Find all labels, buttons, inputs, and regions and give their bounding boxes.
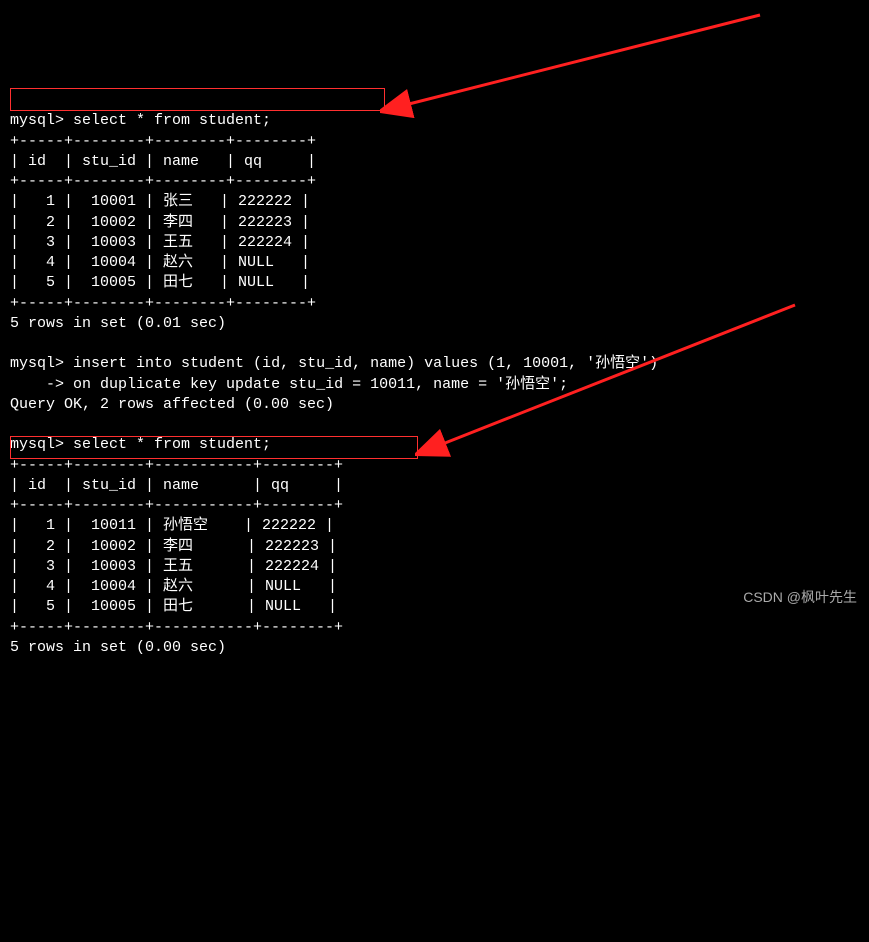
table-row: | 2 | 10002 | 李四 | 222223 | — [10, 538, 337, 555]
prompt: mysql> — [10, 436, 64, 453]
sql-query: insert into student (id, stu_id, name) v… — [73, 355, 658, 372]
table-row: | 5 | 10005 | 田七 | NULL | — [10, 274, 310, 291]
table-row: | 4 | 10004 | 赵六 | NULL | — [10, 578, 337, 595]
result-footer: 5 rows in set (0.01 sec) — [10, 315, 226, 332]
table-border: +-----+--------+--------+--------+ — [10, 133, 316, 150]
table-header: | id | stu_id | name | qq | — [10, 477, 343, 494]
prompt: mysql> — [10, 355, 64, 372]
continuation-prompt: -> — [10, 376, 64, 393]
table-border: +-----+--------+-----------+--------+ — [10, 619, 343, 636]
table-border: +-----+--------+--------+--------+ — [10, 173, 316, 190]
table-row: | 3 | 10003 | 王五 | 222224 | — [10, 558, 337, 575]
sql-query: on duplicate key update stu_id = 10011, … — [73, 376, 568, 393]
table-border: +-----+--------+-----------+--------+ — [10, 457, 343, 474]
table-row: | 1 | 10011 | 孙悟空 | 222222 | — [10, 517, 334, 534]
table-row: | 3 | 10003 | 王五 | 222224 | — [10, 234, 310, 251]
prompt: mysql> — [10, 112, 64, 129]
watermark-text: CSDN @枫叶先生 — [743, 588, 857, 607]
table-row: | 5 | 10005 | 田七 | NULL | — [10, 598, 337, 615]
sql-query: select * from student; — [73, 436, 271, 453]
sql-query: select * from student; — [73, 112, 271, 129]
table-header: | id | stu_id | name | qq | — [10, 153, 316, 170]
terminal-output: mysql> select * from student; +-----+---… — [10, 91, 859, 658]
table-row: | 2 | 10002 | 李四 | 222223 | — [10, 214, 310, 231]
result-text: Query OK, 2 rows affected (0.00 sec) — [10, 396, 334, 413]
table-border: +-----+--------+-----------+--------+ — [10, 497, 343, 514]
table-border: +-----+--------+--------+--------+ — [10, 295, 316, 312]
result-footer: 5 rows in set (0.00 sec) — [10, 639, 226, 656]
table-row: | 4 | 10004 | 赵六 | NULL | — [10, 254, 310, 271]
table-row: | 1 | 10001 | 张三 | 222222 | — [10, 193, 310, 210]
